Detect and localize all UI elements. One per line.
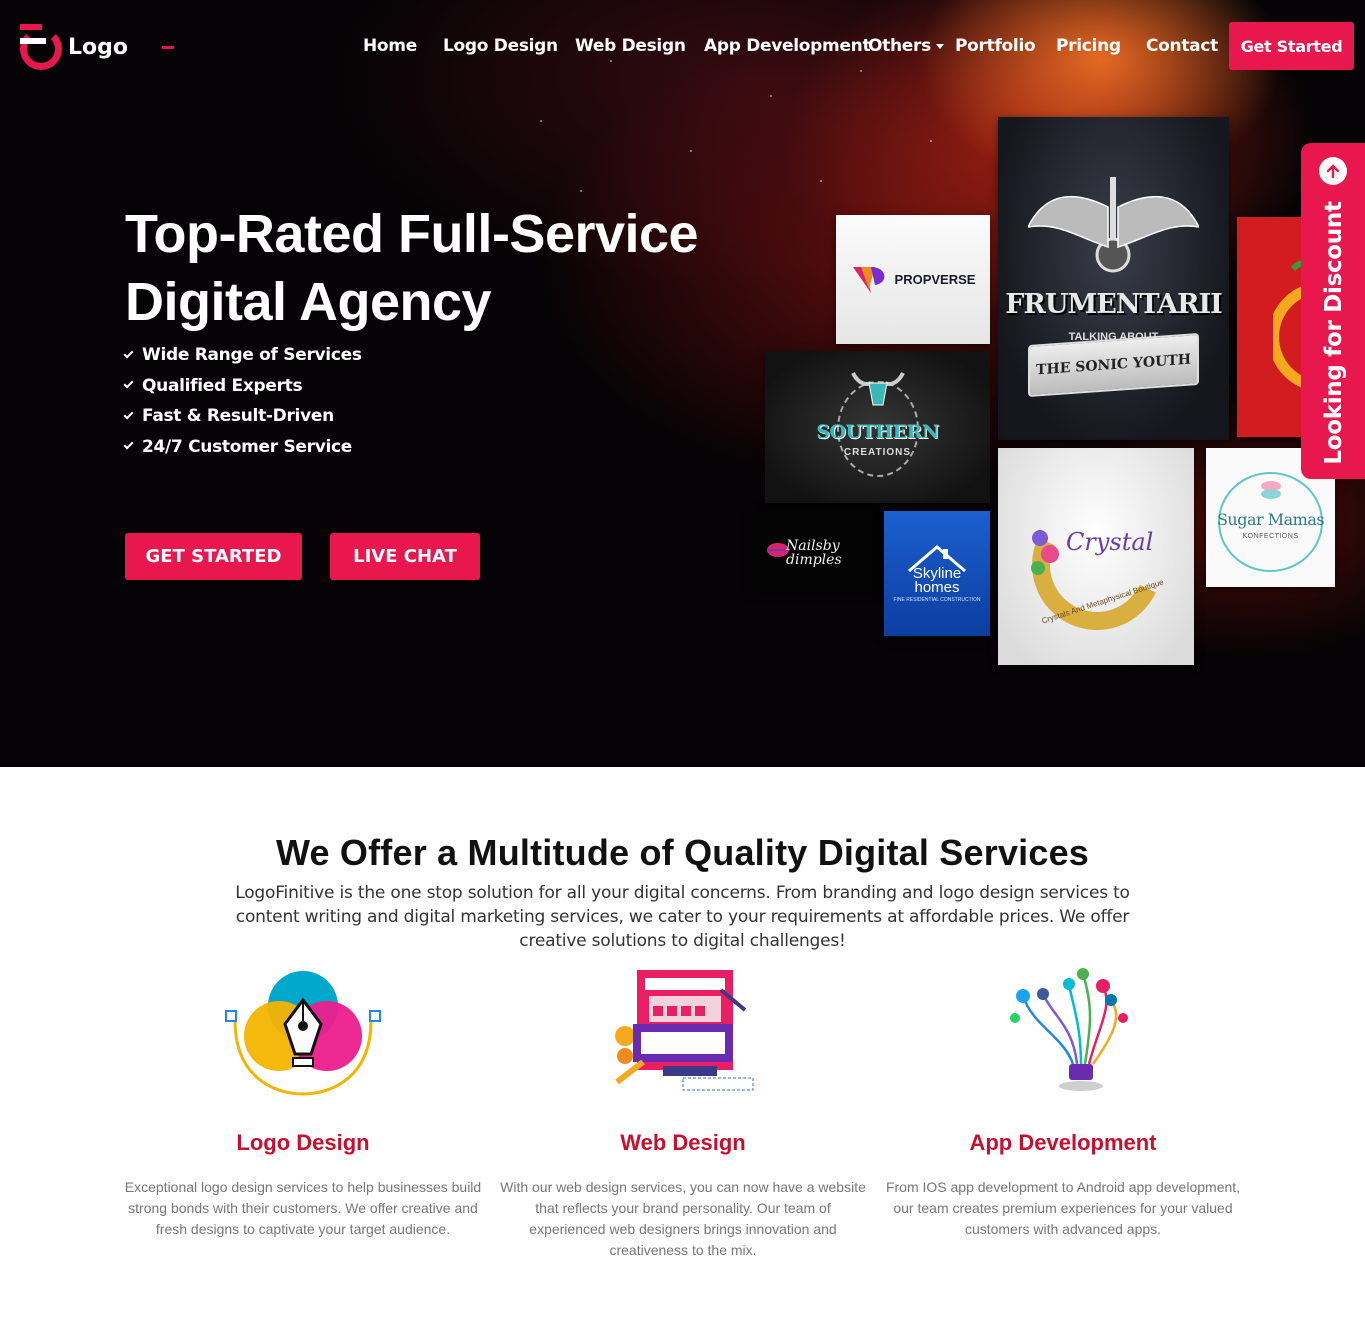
services-description: LogoFinitive is the one stop solution fo… <box>235 883 1130 951</box>
nails-line2: dimples <box>786 552 842 568</box>
hero-section: Logo Home Logo Design Web Design App Dev… <box>0 0 1365 767</box>
southern-label: SOUTHERN <box>816 421 939 443</box>
feature-item: Wide Range of Services <box>123 340 362 371</box>
feature-label: Wide Range of Services <box>142 345 362 366</box>
southern-sub-label: CREATIONS <box>843 447 912 458</box>
check-icon <box>123 378 134 389</box>
arrow-up-icon <box>1319 157 1347 185</box>
winged-guitar-icon <box>1028 177 1199 273</box>
hero-title: Top-Rated Full-Service Digital Agency <box>125 200 765 336</box>
check-icon <box>123 439 134 450</box>
feature-label: 24/7 Customer Service <box>142 436 353 457</box>
skyline-label: Skyline homes <box>884 566 990 596</box>
discount-tab[interactable]: Looking for Discount <box>1301 143 1365 479</box>
get-started-nav-button[interactable]: Get Started <box>1229 22 1354 70</box>
sugar-label: Sugar Mamas <box>1216 510 1325 529</box>
nav-contact[interactable]: Contact <box>1146 36 1218 56</box>
feature-item: 24/7 Customer Service <box>123 432 362 463</box>
check-icon <box>123 409 134 420</box>
macaron-icon <box>1261 481 1281 499</box>
flowers-icon <box>1031 530 1059 575</box>
nav-others[interactable]: Others <box>868 36 944 56</box>
skyline-line2: homes <box>914 579 960 596</box>
feature-item: Fast & Result-Driven <box>123 401 362 432</box>
chevron-down-icon <box>935 43 944 49</box>
nav-app-development[interactable]: App Development <box>704 36 871 56</box>
pen-nib-icon <box>223 966 383 1096</box>
service-web-design-text: With our web design services, you can no… <box>500 1179 866 1258</box>
nails-label: Nailsby dimples <box>786 539 842 567</box>
feature-item: Qualified Experts <box>123 371 362 402</box>
feature-list: Wide Range of Services Qualified Experts… <box>123 340 362 463</box>
nav-others-label: Others <box>868 36 931 56</box>
service-logo-design-text: Exceptional logo design services to help… <box>124 1179 482 1237</box>
main-nav: Home Logo Design Web Design App Developm… <box>0 36 1365 58</box>
check-icon <box>123 348 134 359</box>
portfolio-card-skyline[interactable]: Skyline homes FINE RESIDENTIAL CONSTRUCT… <box>884 511 990 636</box>
nav-portfolio[interactable]: Portfolio <box>955 36 1036 56</box>
portfolio-card-crystal[interactable]: Crystal Crystals And Metaphysical Boutiq… <box>998 448 1194 665</box>
portfolio-card-frumentarii[interactable]: FRUMENTARII TALKING ABOUT THE SONIC YOUT… <box>998 117 1229 440</box>
nav-logo-design[interactable]: Logo Design <box>443 36 558 56</box>
nav-home[interactable]: Home <box>363 36 417 56</box>
feature-label: Qualified Experts <box>142 375 303 396</box>
propverse-mark-icon <box>852 266 884 293</box>
feature-label: Fast & Result-Driven <box>142 406 334 427</box>
bull-skull-icon <box>851 372 905 406</box>
nav-web-design[interactable]: Web Design <box>575 36 686 56</box>
portfolio-card-southern[interactable]: SOUTHERN CREATIONS <box>765 351 990 503</box>
get-started-button[interactable]: GET STARTED <box>125 533 302 580</box>
services-title: We Offer a Multitude of Quality Digital … <box>275 832 1090 873</box>
portfolio-card-nails[interactable]: Nailsby dimples <box>752 511 876 591</box>
portfolio-card-propverse[interactable]: PROPVERSE <box>836 215 990 344</box>
discount-tab-label: Looking for Discount <box>1321 201 1347 465</box>
web-layout-icon <box>603 966 763 1096</box>
hero-title-line1: Top-Rated Full-Service <box>125 204 699 264</box>
propverse-label: PROPVERSE <box>894 272 976 287</box>
nav-pricing[interactable]: Pricing <box>1056 36 1121 56</box>
crystal-label: Crystal <box>1066 528 1154 556</box>
service-logo-design-title[interactable]: Logo Design <box>113 1130 493 1156</box>
frumentarii-label: FRUMENTARII <box>1005 289 1223 320</box>
sugar-sub-label: KONFECTIONS <box>1242 533 1299 540</box>
service-app-development-title[interactable]: App Development <box>873 1130 1253 1156</box>
skyline-sub-label: FINE RESIDENTIAL CONSTRUCTION <box>893 597 981 603</box>
service-app-development-text: From IOS app development to Android app … <box>885 1179 1241 1237</box>
live-chat-button[interactable]: LIVE CHAT <box>330 533 480 580</box>
hero-title-line2: Digital Agency <box>125 272 492 332</box>
idea-bulb-apps-icon <box>1003 966 1163 1096</box>
service-web-design-title[interactable]: Web Design <box>493 1130 873 1156</box>
